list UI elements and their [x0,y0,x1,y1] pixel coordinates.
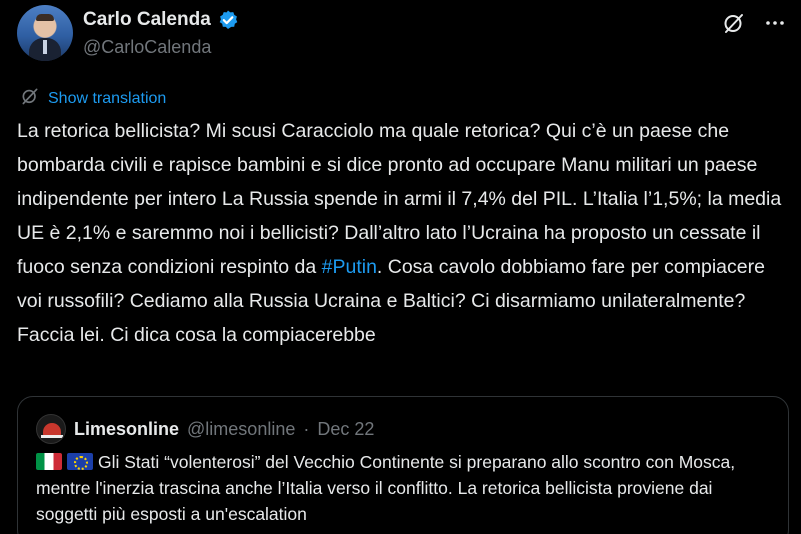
quote-date[interactable]: Dec 22 [317,419,374,440]
flag-eu-icon [67,453,93,470]
author-handle[interactable]: @CarloCalenda [83,37,211,58]
quote-avatar[interactable] [36,414,66,444]
quote-header: Limesonline @limesonline · Dec 22 [36,414,374,444]
quoted-tweet-card[interactable]: Limesonline @limesonline · Dec 22 Gli St… [17,396,789,534]
author-name-row: Carlo Calenda [83,9,239,31]
show-translation-button[interactable]: Show translation [20,86,166,111]
tweet-text: La retorica bellicista? Mi scusi Caracci… [17,114,792,352]
author-display-name[interactable]: Carlo Calenda [83,9,211,31]
grok-slash-icon[interactable] [722,11,746,35]
show-translation-label[interactable]: Show translation [48,90,166,108]
quote-text: Gli Stati “volenterosi” del Vecchio Cont… [36,449,776,527]
quote-body: Gli Stati “volenterosi” del Vecchio Cont… [36,452,736,524]
avatar-hair [36,14,54,21]
more-dots-icon[interactable] [764,12,786,34]
hashtag-link[interactable]: #Putin [322,256,377,278]
translate-icon [20,86,40,111]
quote-separator: · [303,418,310,439]
flag-italy-icon [36,453,62,470]
avatar-tie [43,40,47,54]
quote-author-handle[interactable]: @limesonline [187,419,295,440]
tweet-actions-top [722,11,786,35]
tweet: Carlo Calenda @CarloCalenda Show transla… [0,0,801,534]
verified-badge-icon[interactable] [217,9,239,31]
author-avatar[interactable] [17,5,73,61]
quote-author-name[interactable]: Limesonline [74,419,179,440]
tweet-text-part-1: La retorica bellicista? Mi scusi Caracci… [17,120,782,278]
